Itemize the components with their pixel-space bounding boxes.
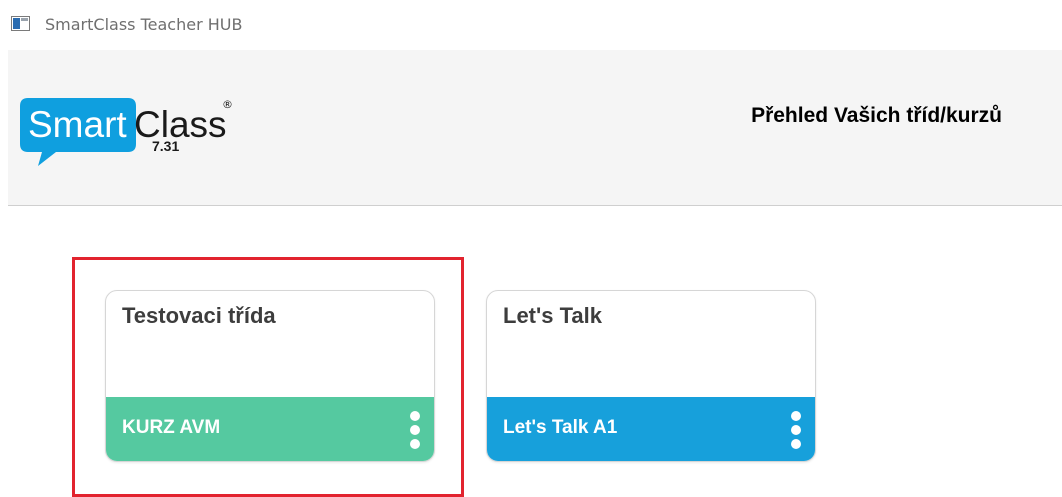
smartclass-logo: Smart Class ® [20, 98, 233, 166]
course-label: KURZ AVM [122, 417, 221, 438]
app-window-icon [11, 16, 30, 31]
card-footer[interactable]: KURZ AVM [106, 397, 434, 461]
card-menu-icon[interactable] [408, 411, 422, 449]
app-version: 7.31 [152, 138, 180, 154]
logo-registered-mark: ® [222, 98, 233, 111]
card-title: Testovaci třída [122, 303, 276, 328]
app-header: Smart Class ® 7.31 Přehled Vašich tříd/k… [8, 50, 1062, 206]
page-title: Přehled Vašich tříd/kurzů [751, 104, 1002, 127]
course-label: Let's Talk A1 [503, 417, 618, 438]
window-title: SmartClass Teacher HUB [45, 15, 243, 34]
window-titlebar: SmartClass Teacher HUB [0, 0, 1062, 50]
logo-text-class: Class [134, 104, 227, 145]
card-menu-icon[interactable] [789, 411, 803, 449]
class-card-lets-talk[interactable]: Let's Talk Let's Talk A1 [486, 290, 816, 462]
logo-text-smart: Smart [28, 104, 127, 145]
class-card-testovaci-trida[interactable]: Testovaci třída KURZ AVM [105, 290, 435, 462]
card-title: Let's Talk [503, 303, 602, 328]
card-footer[interactable]: Let's Talk A1 [487, 397, 815, 461]
